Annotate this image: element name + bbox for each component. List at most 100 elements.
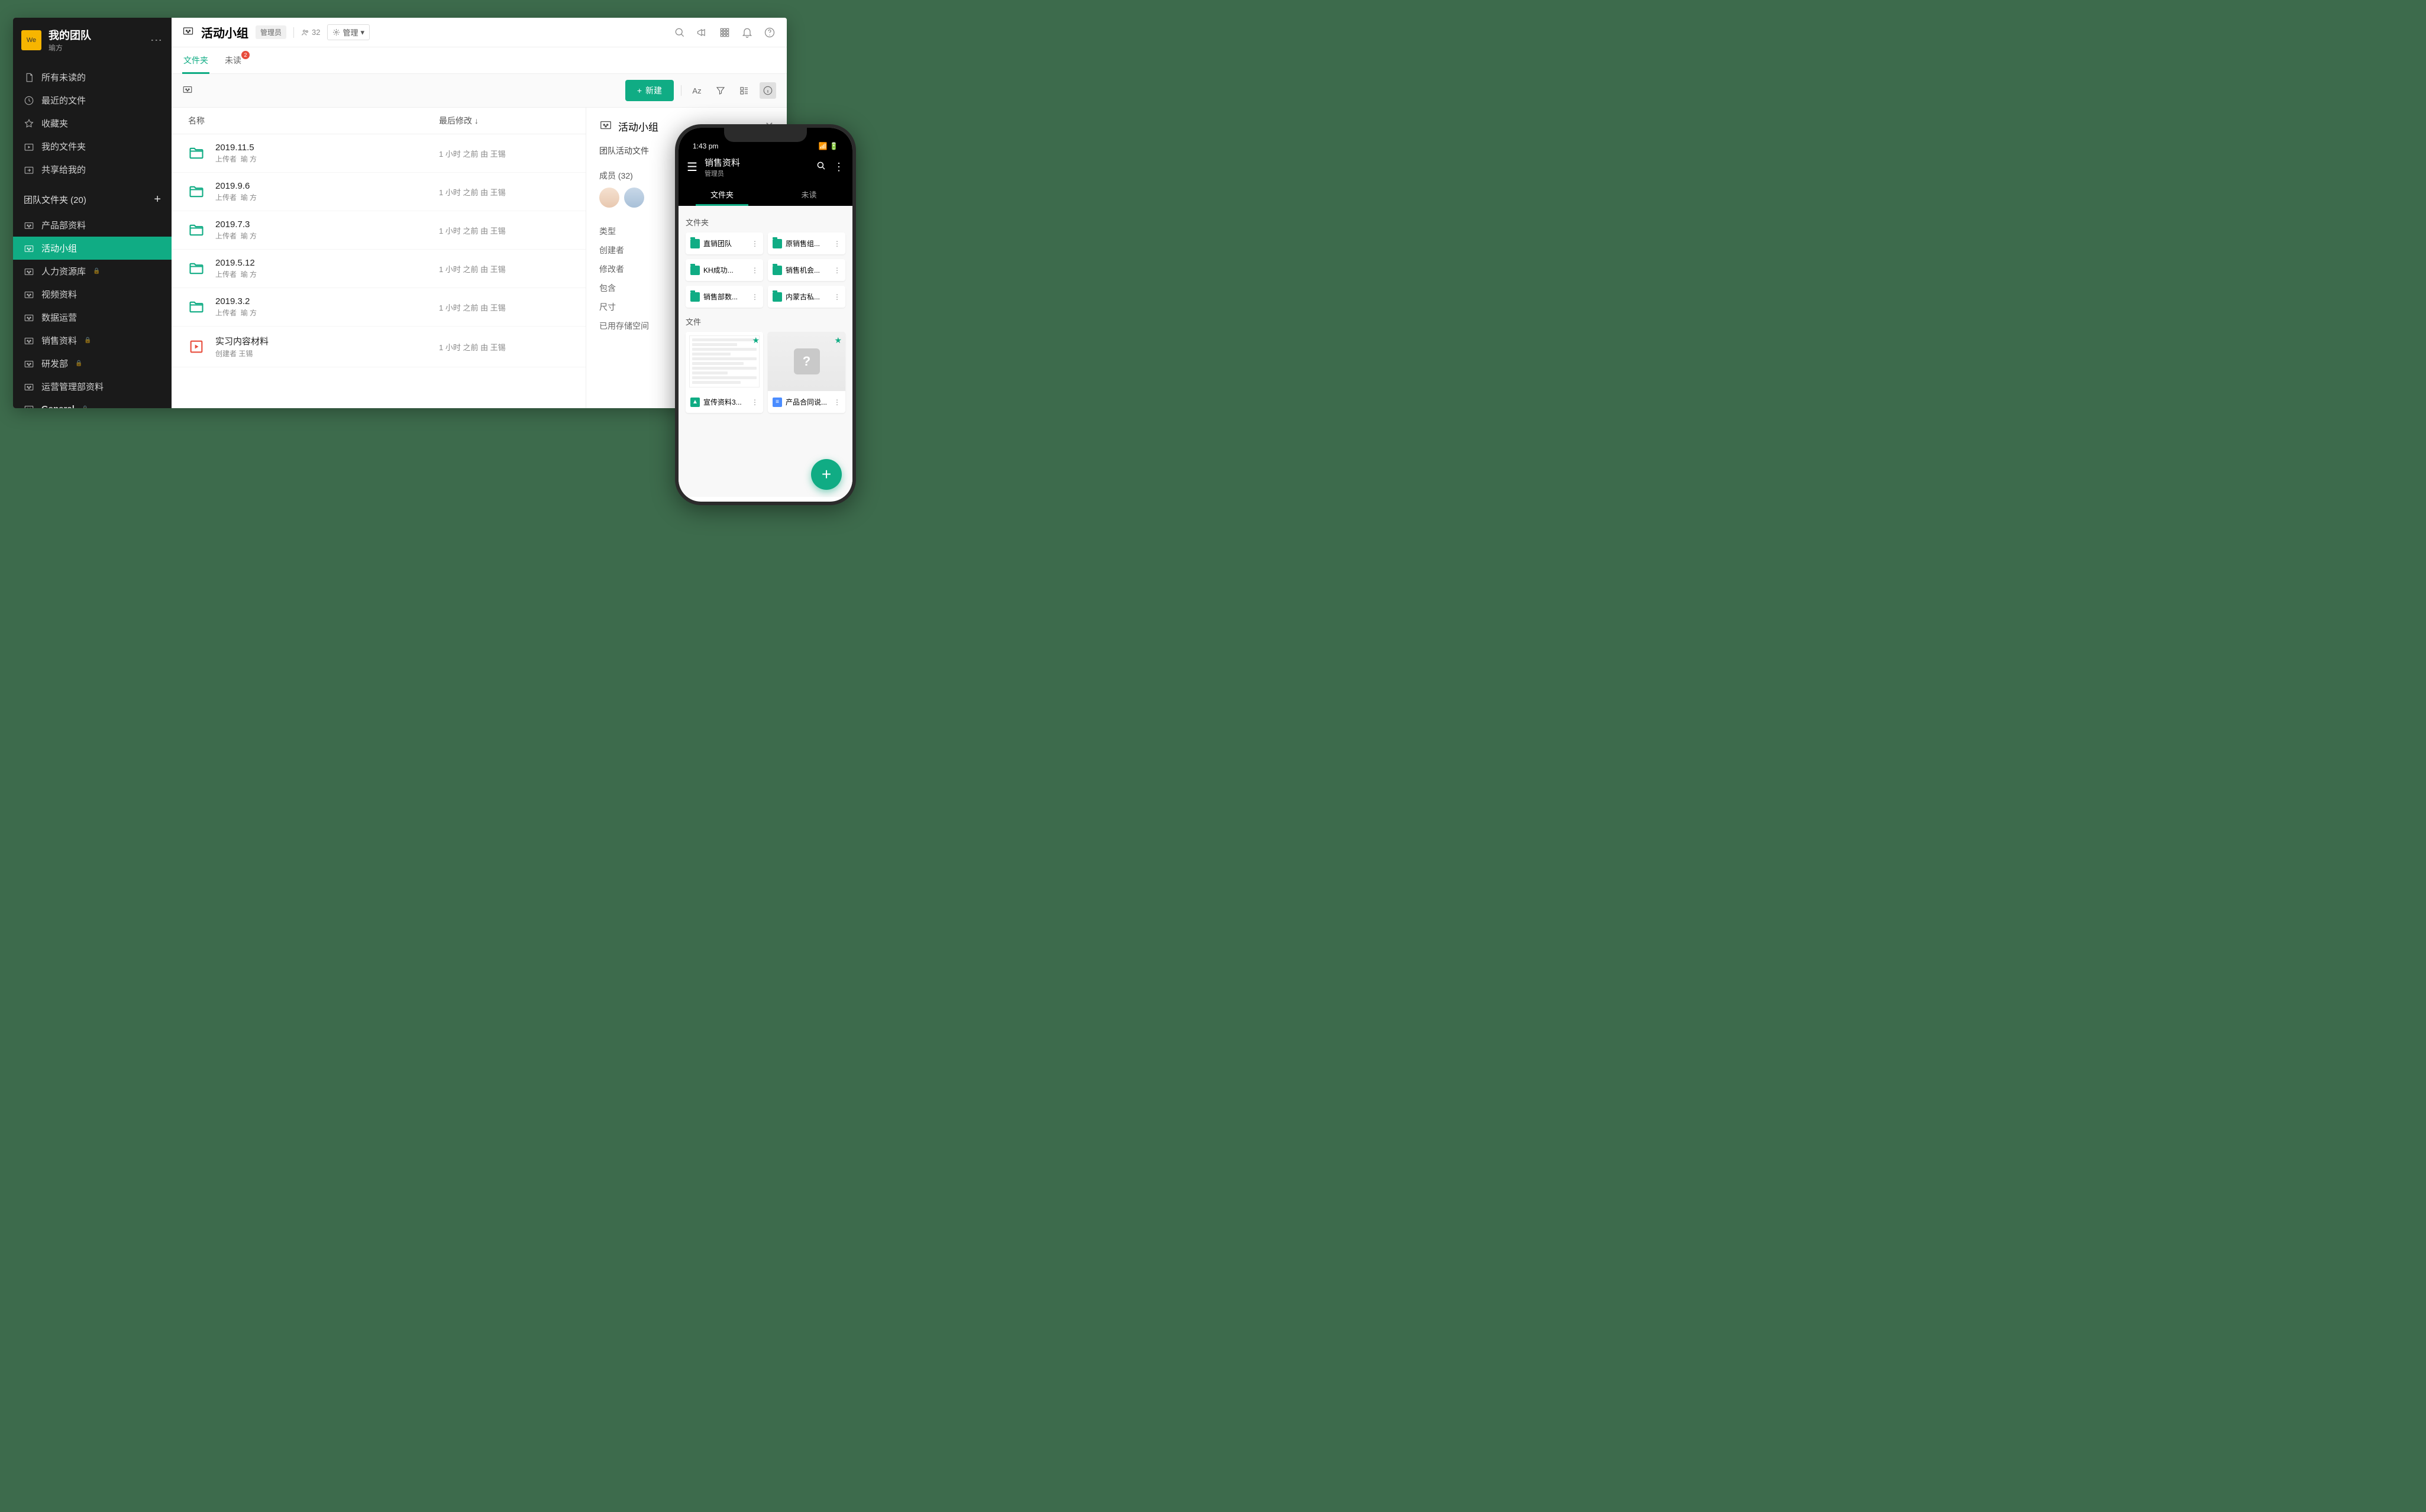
phone-more-icon[interactable]: ⋮ <box>834 161 844 173</box>
unread-badge: 2 <box>241 51 250 59</box>
file-row[interactable]: 2019.11.5上传者 瑜 方 1 小时 之前 由 王锡 <box>172 134 586 173</box>
folder-title-icon <box>182 25 194 40</box>
file-row[interactable]: 2019.3.2上传者 瑜 方 1 小时 之前 由 王锡 <box>172 288 586 327</box>
more-icon[interactable]: ⋮ <box>751 293 758 301</box>
team-name: 我的团队 <box>49 27 142 43</box>
team-folder-item[interactable]: 视频资料 <box>13 283 172 306</box>
team-folder-icon <box>24 335 34 346</box>
phone-folder-card[interactable]: 销售部数...⋮ <box>686 286 763 308</box>
avatar <box>624 188 644 208</box>
phone-notch <box>724 128 807 142</box>
col-modified-header[interactable]: 最后修改 ↓ <box>439 115 569 127</box>
hamburger-icon[interactable]: ☰ <box>687 160 697 175</box>
manage-dropdown[interactable]: 管理 ▾ <box>327 24 370 40</box>
team-folder-item[interactable]: General 🔒 <box>13 398 172 408</box>
folder-label: 活动小组 <box>41 242 77 254</box>
folder-title: 活动小组 <box>201 24 248 41</box>
phone-body[interactable]: 文件夹 直销团队⋮ 原销售组...⋮ KH成功...⋮ 销售机会...⋮ 销售部… <box>679 206 852 497</box>
phone-subtitle: 管理员 <box>705 169 809 178</box>
folder-label: 研发部 <box>41 357 68 370</box>
file-row[interactable]: 2019.7.3上传者 瑜 方 1 小时 之前 由 王锡 <box>172 211 586 250</box>
more-icon[interactable]: ⋮ <box>751 266 758 274</box>
phone-fab-button[interactable]: + <box>811 459 842 490</box>
phone-file-card[interactable]: ★ ▲宣传资料3...⋮ <box>686 332 763 413</box>
folder-label: 人力资源库 <box>41 265 86 277</box>
sort-button[interactable]: Aᴢ <box>689 82 705 99</box>
divider <box>293 27 294 38</box>
breadcrumb-root-icon[interactable] <box>182 84 193 98</box>
more-icon[interactable]: ⋮ <box>751 398 758 406</box>
doc-icon: ≡ <box>773 398 782 407</box>
row-modified: 1 小时 之前 由 王锡 <box>439 341 569 353</box>
team-folder-icon <box>24 312 34 323</box>
team-folder-item[interactable]: 产品部资料 <box>13 214 172 237</box>
team-folder-item[interactable]: 运营管理部资料 <box>13 375 172 398</box>
more-icon[interactable]: ⋮ <box>834 240 841 248</box>
nav-shared[interactable]: 共享给我的 <box>13 158 172 181</box>
team-folder-icon <box>24 358 34 369</box>
phone-folder-card[interactable]: 原销售组...⋮ <box>768 232 845 254</box>
tab-files[interactable]: 文件夹 <box>182 47 209 73</box>
more-icon[interactable]: ⋮ <box>751 240 758 248</box>
file-row[interactable]: 2019.5.12上传者 瑜 方 1 小时 之前 由 王锡 <box>172 250 586 288</box>
bell-icon[interactable] <box>741 26 754 39</box>
phone-tab-files[interactable]: 文件夹 <box>679 183 765 206</box>
desktop-app-window: We 我的团队 瑜方 ⋮ 所有未读的 最近的文件 收藏夹 我的文件夹 <box>13 18 787 408</box>
phone-search-icon[interactable] <box>816 160 826 174</box>
folder-label: 数据运营 <box>41 311 77 324</box>
row-title: 实习内容材料 <box>215 335 439 347</box>
col-name-header[interactable]: 名称 <box>188 115 439 127</box>
info-panel-button[interactable] <box>760 82 776 99</box>
lock-icon: 🔒 <box>82 406 89 409</box>
tab-unread[interactable]: 未读2 <box>224 47 243 73</box>
team-folder-item[interactable]: 人力资源库 🔒 <box>13 260 172 283</box>
team-folders-header: 团队文件夹 (20) + <box>13 185 172 210</box>
phone-folder-card[interactable]: 内蒙古私...⋮ <box>768 286 845 308</box>
phone-signal-icons: 📶 🔋 <box>819 142 838 150</box>
team-folder-item[interactable]: 研发部 🔒 <box>13 352 172 375</box>
phone-folder-card[interactable]: KH成功...⋮ <box>686 259 763 281</box>
row-title: 2019.9.6 <box>215 181 439 191</box>
search-icon[interactable] <box>673 26 686 39</box>
nav-all-unread[interactable]: 所有未读的 <box>13 66 172 89</box>
filter-button[interactable] <box>712 82 729 99</box>
member-count-button[interactable]: 32 <box>301 28 320 37</box>
phone-tab-unread[interactable]: 未读 <box>765 183 852 206</box>
team-folder-item-active[interactable]: 活动小组 <box>13 237 172 260</box>
row-modified: 1 小时 之前 由 王锡 <box>439 148 569 159</box>
phone-folder-card[interactable]: 直销团队⋮ <box>686 232 763 254</box>
file-preview <box>686 332 763 391</box>
view-toggle-button[interactable] <box>736 82 752 99</box>
row-sub: 上传者 瑜 方 <box>215 192 439 202</box>
phone-folder-card[interactable]: 销售机会...⋮ <box>768 259 845 281</box>
nav-my-folder[interactable]: 我的文件夹 <box>13 135 172 158</box>
new-button[interactable]: +新建 <box>625 80 674 101</box>
team-folder-item[interactable]: 销售资料 🔒 <box>13 329 172 352</box>
more-menu-icon[interactable]: ⋮ <box>149 34 163 46</box>
more-icon[interactable]: ⋮ <box>834 293 841 301</box>
team-folder-item[interactable]: 数据运营 <box>13 306 172 329</box>
folder-icon <box>690 239 700 248</box>
folder-icon <box>188 183 205 200</box>
manage-label: 管理 <box>343 27 358 38</box>
my-folder-icon <box>24 141 34 152</box>
phone-header: ☰ 销售资料 管理员 ⋮ <box>679 151 852 183</box>
more-icon[interactable]: ⋮ <box>834 398 841 406</box>
apps-grid-icon[interactable] <box>718 26 731 39</box>
user-name: 瑜方 <box>49 43 142 53</box>
help-icon[interactable] <box>763 26 776 39</box>
megaphone-icon[interactable] <box>696 26 709 39</box>
star-icon: ★ <box>834 335 842 345</box>
row-modified: 1 小时 之前 由 王锡 <box>439 186 569 198</box>
list-header: 名称 最后修改 ↓ <box>172 108 586 134</box>
more-icon[interactable]: ⋮ <box>834 266 841 274</box>
add-team-folder-button[interactable]: + <box>154 193 161 206</box>
content-tabs: 文件夹 未读2 <box>172 47 787 74</box>
file-row[interactable]: 实习内容材料创建者 王锡 1 小时 之前 由 王锡 <box>172 327 586 367</box>
phone-file-card[interactable]: ? ★ ≡产品合同说...⋮ <box>768 332 845 413</box>
file-row[interactable]: 2019.9.6上传者 瑜 方 1 小时 之前 由 王锡 <box>172 173 586 211</box>
folder-icon <box>690 292 700 302</box>
nav-favorites[interactable]: 收藏夹 <box>13 112 172 135</box>
nav-recent[interactable]: 最近的文件 <box>13 89 172 112</box>
team-avatar[interactable]: We <box>21 30 41 50</box>
